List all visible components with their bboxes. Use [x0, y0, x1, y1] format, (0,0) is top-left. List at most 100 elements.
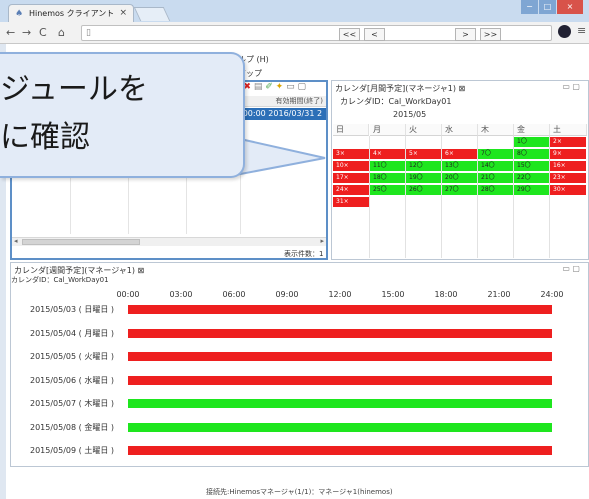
extension-icon[interactable]: [558, 25, 571, 38]
calendar-day-cell[interactable]: 29〇: [514, 185, 550, 195]
weekday-header: 水: [442, 124, 478, 136]
grid-line: [477, 136, 478, 258]
hinemos-favicon-icon: ♠: [15, 8, 24, 19]
calendar-day-cell[interactable]: 9×: [550, 149, 586, 159]
calendar-day-cell[interactable]: 4×: [370, 149, 406, 159]
prev-year-button[interactable]: <<: [339, 28, 360, 41]
calendar-day-cell[interactable]: 7〇: [478, 149, 514, 159]
table-row-selected[interactable]: :00:00 2016/03/31 2: [240, 108, 326, 120]
calendar-day-cell[interactable]: 15〇: [514, 161, 550, 171]
calendar-day-cell[interactable]: 24×: [333, 185, 369, 195]
settings-icon[interactable]: ✦: [276, 82, 284, 92]
time-tick-label: 06:00: [222, 290, 246, 299]
new-tab-button[interactable]: [133, 7, 171, 21]
scroll-right-icon[interactable]: ▸: [320, 237, 324, 245]
calendar-day-cell[interactable]: 10×: [333, 161, 369, 171]
grid-line: [405, 136, 406, 258]
home-icon[interactable]: ⌂: [58, 26, 65, 39]
calendar-day-cell[interactable]: 16×: [550, 161, 586, 171]
time-tick-label: 00:00: [116, 290, 140, 299]
schedule-bar[interactable]: [128, 305, 552, 314]
minimize-panel-icon[interactable]: ▭: [286, 82, 295, 92]
calendar-day-cell[interactable]: 3×: [333, 149, 369, 159]
calendar-day-cell[interactable]: 25〇: [370, 185, 406, 195]
weekday-header: 火: [406, 124, 442, 136]
calendar-day-cell[interactable]: 31×: [333, 197, 369, 207]
calendar-day-cell[interactable]: 20〇: [442, 173, 478, 183]
day-label: 2015/05/07 ( 木曜日 ): [30, 399, 114, 408]
scroll-left-icon[interactable]: ◂: [14, 237, 18, 245]
back-arrow-icon[interactable]: ←: [6, 26, 15, 39]
calendar-day-cell[interactable]: 26〇: [406, 185, 442, 195]
calendar-day-cell[interactable]: 23×: [550, 173, 586, 183]
browser-menu-icon[interactable]: ≡: [577, 24, 586, 37]
maximize-panel-icon[interactable]: ▢: [297, 82, 306, 92]
calendar-day-cell[interactable]: 12〇: [406, 161, 442, 171]
panel-controls-icon[interactable]: ▭ ▢: [562, 82, 580, 91]
time-tick-label: 12:00: [328, 290, 352, 299]
schedule-bar[interactable]: [128, 446, 552, 455]
copy-icon[interactable]: ▤: [254, 82, 263, 92]
list-toolbar: ▾ ✖ ▤ ✐ ✦ ▭ ▢: [236, 82, 306, 92]
column-header-valid-end[interactable]: 有効期間(終了): [240, 96, 326, 107]
reload-icon[interactable]: C: [39, 26, 47, 39]
calendar-day-cell[interactable]: 2×: [550, 137, 586, 147]
calendar-day-cell[interactable]: 30×: [550, 185, 586, 195]
next-year-button[interactable]: >>: [480, 28, 501, 41]
calendar-day-cell[interactable]: 28〇: [478, 185, 514, 195]
time-tick-label: 03:00: [169, 290, 193, 299]
tab-close-icon[interactable]: ×: [119, 8, 127, 18]
calendar-day-cell[interactable]: 6×: [442, 149, 478, 159]
calendar-day-cell[interactable]: 13〇: [442, 161, 478, 171]
time-tick-label: 21:00: [487, 290, 511, 299]
scrollbar-thumb[interactable]: [22, 239, 140, 245]
calendar-day-cell[interactable]: 14〇: [478, 161, 514, 171]
browser-tab-bar: ♠ Hinemos クライアント × − □ ×: [0, 0, 589, 22]
schedule-bar[interactable]: [128, 352, 552, 361]
calendar-day-cell[interactable]: 11〇: [370, 161, 406, 171]
calendar-day-cell[interactable]: 17×: [333, 173, 369, 183]
panel-controls-icon[interactable]: ▭ ▢: [562, 264, 580, 273]
calendar-day-cell[interactable]: 27〇: [442, 185, 478, 195]
schedule-bar[interactable]: [128, 375, 552, 385]
display-count: 表示件数：1: [284, 250, 324, 258]
calendar-day-cell[interactable]: 22〇: [514, 173, 550, 183]
calendar-day-cell[interactable]: 5×: [406, 149, 442, 159]
day-label: 2015/05/09 ( 土曜日 ): [30, 446, 114, 455]
weekday-header: 月: [370, 124, 406, 136]
day-label: 2015/05/04 ( 月曜日 ): [30, 328, 114, 338]
callout-text-line2: に確認: [0, 120, 90, 155]
monthly-panel-title[interactable]: カレンダ[月間予定](マネージャ1) ⊠: [335, 83, 465, 94]
callout-text-line1: ジュールを: [0, 72, 148, 107]
weekday-header: 金: [514, 124, 550, 136]
tab-title: Hinemos クライアント: [29, 9, 115, 18]
filter-icon[interactable]: ✐: [265, 82, 273, 92]
calendar-day-cell[interactable]: 8〇: [514, 149, 550, 159]
weekday-header: 日: [333, 124, 369, 136]
day-label: 2015/05/05 ( 火曜日 ): [30, 352, 114, 361]
calendar-day-cell[interactable]: 18〇: [370, 173, 406, 183]
calendar-day-cell[interactable]: 1〇: [514, 137, 550, 147]
minimize-button[interactable]: −: [521, 0, 538, 14]
calendar-day-cell[interactable]: 19〇: [406, 173, 442, 183]
browser-tab[interactable]: ♠ Hinemos クライアント ×: [8, 4, 134, 22]
horizontal-scrollbar[interactable]: ◂ ▸: [12, 237, 326, 246]
maximize-button[interactable]: □: [539, 0, 556, 14]
grid-line: [441, 136, 442, 258]
weekday-header: 木: [478, 124, 514, 136]
calendar-day-cell[interactable]: 21〇: [478, 173, 514, 183]
grid-line: [513, 136, 514, 258]
calendar-id: カレンダID：Cal_WorkDay01: [340, 97, 452, 106]
prev-month-button[interactable]: <: [364, 28, 385, 41]
day-label: 2015/05/08 ( 金曜日 ): [30, 422, 114, 432]
schedule-bar[interactable]: [128, 328, 552, 338]
time-tick-label: 18:00: [434, 290, 458, 299]
callout-bubble: ジュールを に確認: [0, 52, 245, 178]
schedule-bar[interactable]: [128, 399, 552, 408]
close-window-button[interactable]: ×: [557, 0, 583, 14]
forward-arrow-icon[interactable]: →: [22, 26, 31, 39]
next-month-button[interactable]: >: [455, 28, 476, 41]
schedule-bar[interactable]: [128, 422, 552, 432]
time-tick-label: 15:00: [381, 290, 405, 299]
page-icon: ▯: [86, 28, 91, 38]
